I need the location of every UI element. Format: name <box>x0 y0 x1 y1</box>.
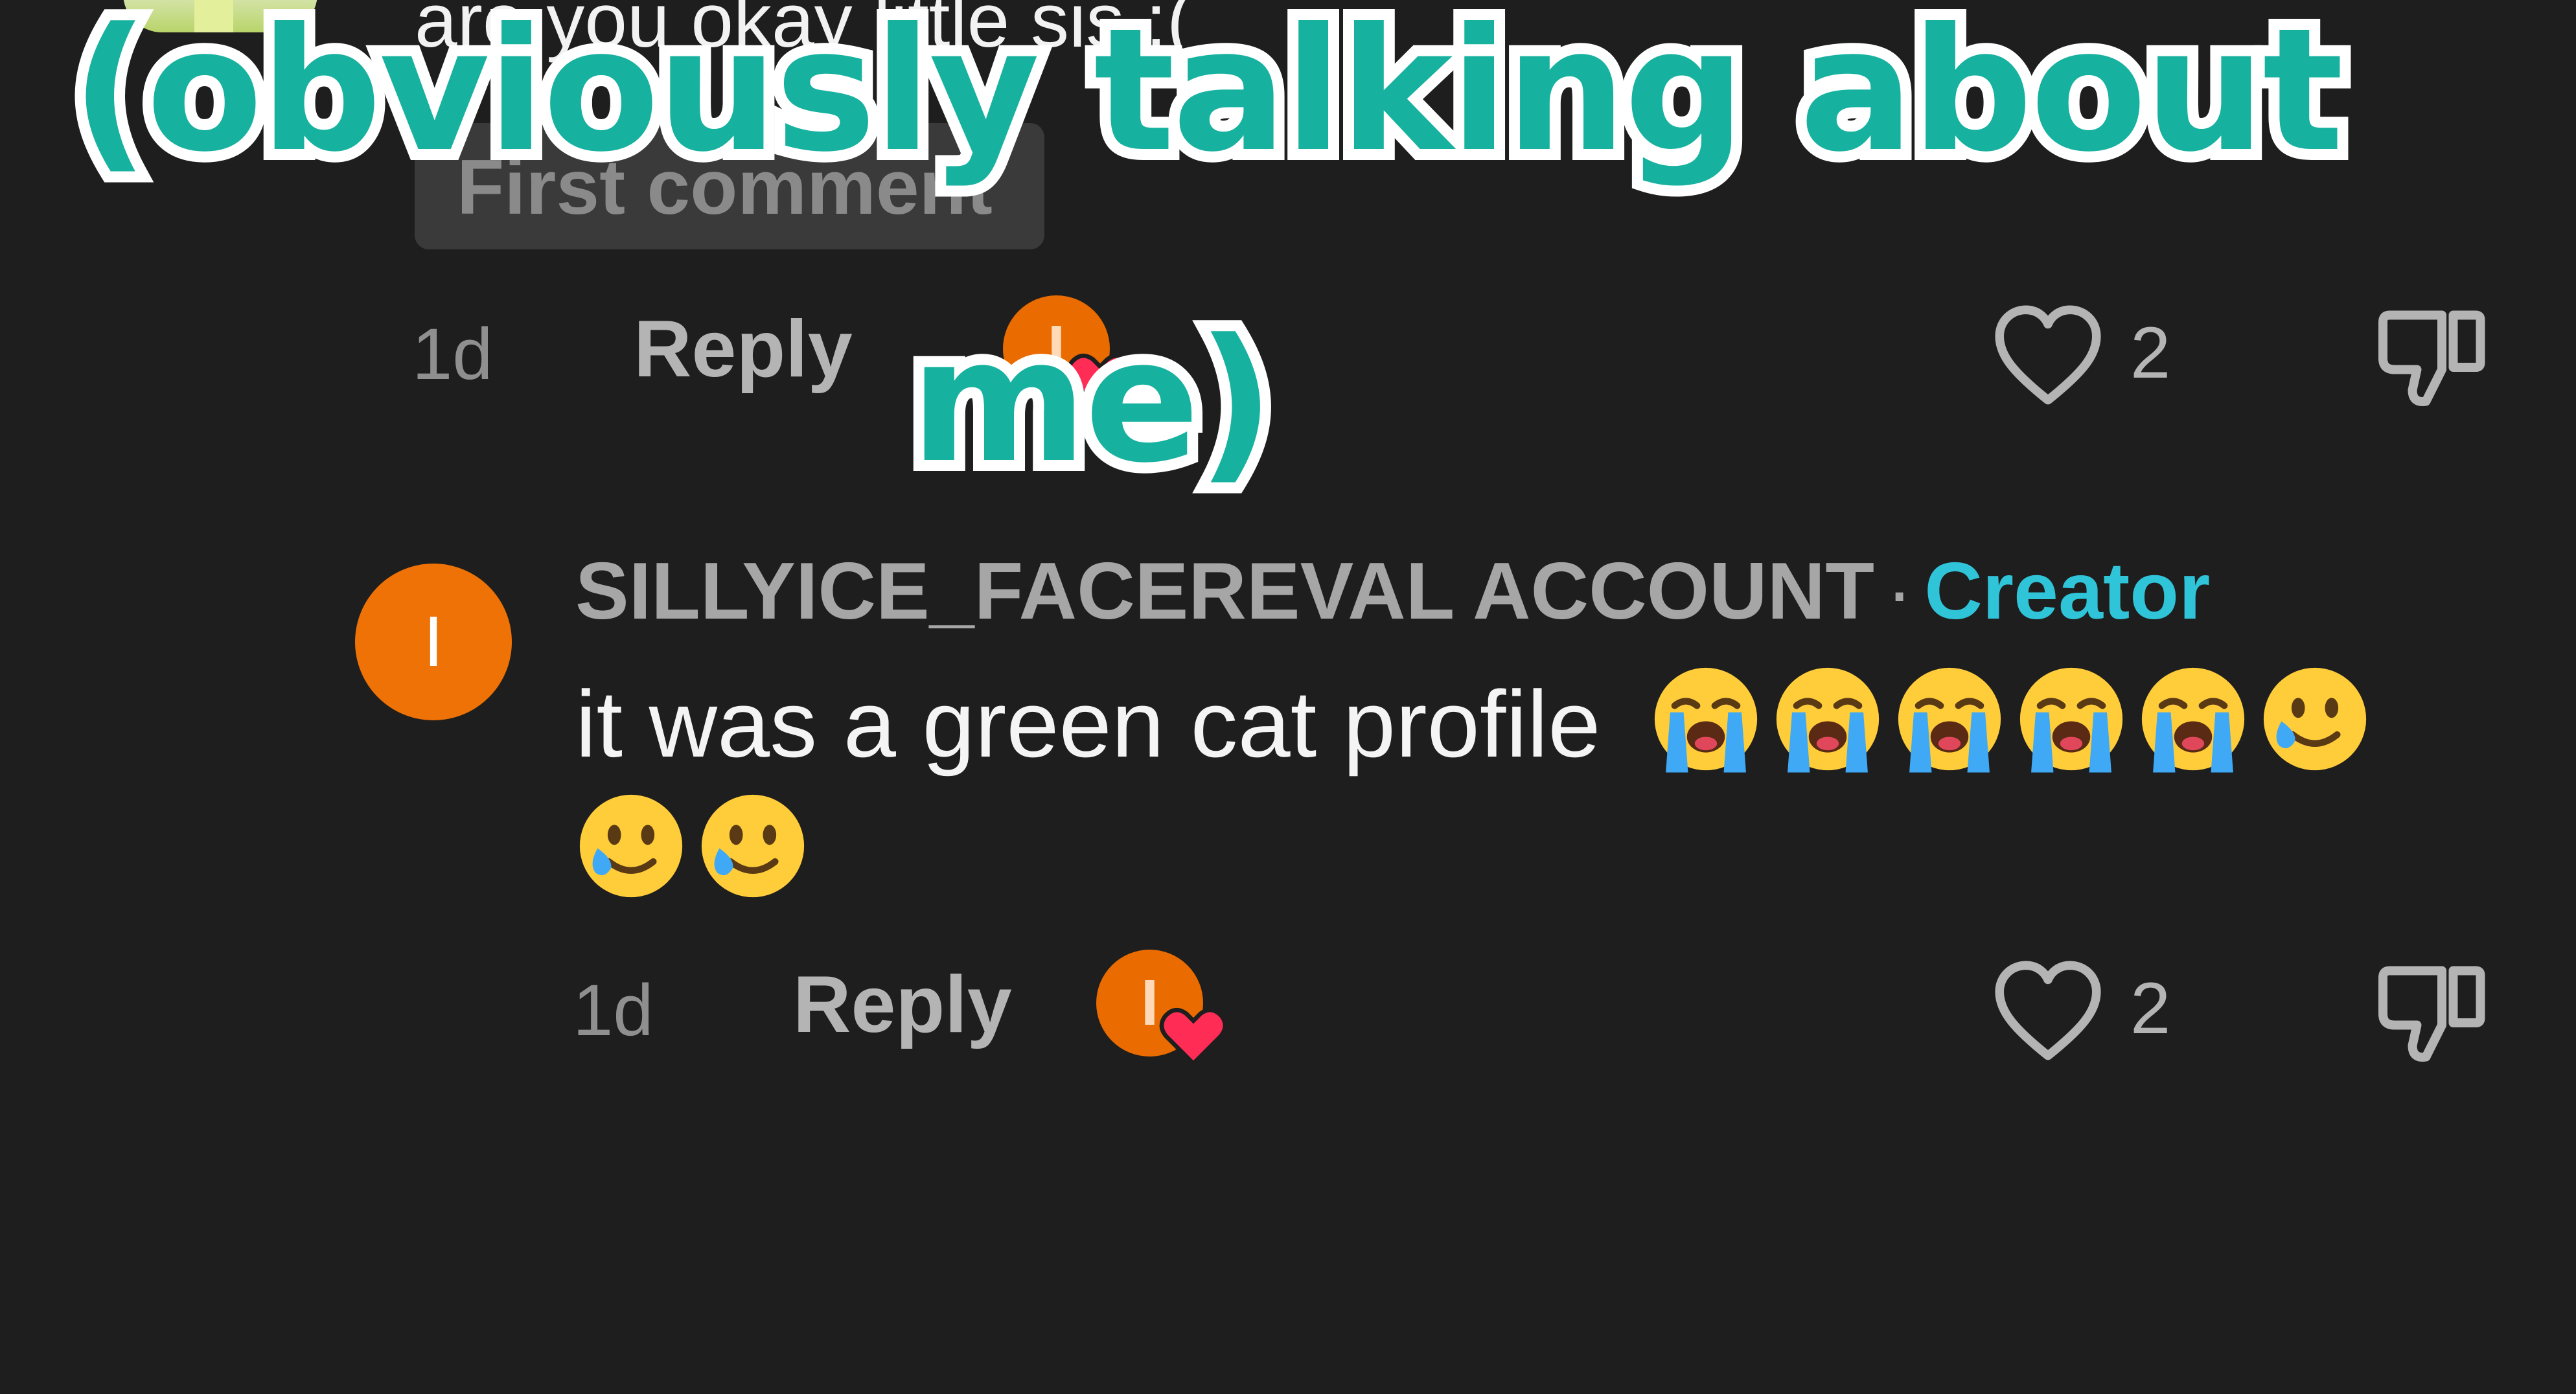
comment-timestamp: 1d <box>412 314 493 394</box>
like-count: 2 <box>2130 312 2171 393</box>
reply-button[interactable]: Reply <box>634 303 853 395</box>
loudly-crying-face-emoji <box>1772 663 1883 775</box>
smiling-face-with-tear-emoji <box>575 790 687 902</box>
creator-avatar-initial: I <box>423 602 444 681</box>
reply-button[interactable]: Reply <box>793 959 1012 1051</box>
loudly-crying-face-emoji <box>2137 663 2249 775</box>
header-separator: · <box>1885 547 1913 636</box>
like-count: 2 <box>2130 968 2171 1049</box>
comment-username[interactable]: SILLYICE_FACEREVAL ACCOUNT <box>575 547 1874 636</box>
overlay-caption-line-1: (obviously talking about <box>60 0 2354 199</box>
dislike-icon[interactable] <box>2374 955 2487 1068</box>
loudly-crying-face-emoji <box>1650 663 1762 775</box>
smiling-face-with-tear-emoji <box>697 790 809 902</box>
creator-avatar[interactable]: I <box>355 564 512 720</box>
creator-label: Creator <box>1924 547 2211 636</box>
comment-header: SILLYICE_FACEREVAL ACCOUNT · Creator <box>575 543 2210 640</box>
overlay-caption-line-2: me) <box>899 293 1285 510</box>
reply-timestamp: 1d <box>573 970 654 1051</box>
reply-comment-body: it was a green cat profile <box>575 671 1601 777</box>
loudly-crying-face-emoji <box>2016 663 2127 775</box>
liked-heart-icon <box>1158 1001 1229 1072</box>
creator-liked-badge: I <box>1096 950 1203 1057</box>
smiling-face-with-tear-emoji <box>2259 663 2371 775</box>
like-heart-icon[interactable] <box>1993 303 2103 407</box>
like-heart-icon[interactable] <box>1993 959 2103 1062</box>
loudly-crying-face-emoji <box>1894 663 2005 775</box>
dislike-icon[interactable] <box>2374 299 2487 413</box>
reply-comment-text: it was a green cat profile <box>575 661 2493 915</box>
